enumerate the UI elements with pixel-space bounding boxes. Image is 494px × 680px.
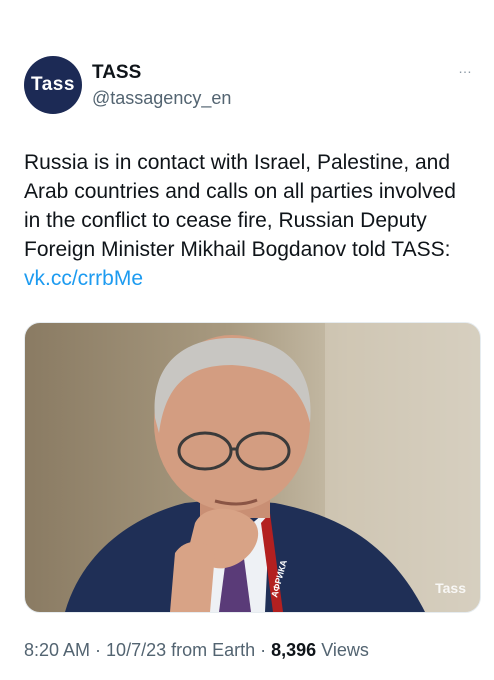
tweet-header: Tass TASS @tassagency_en …	[24, 56, 474, 116]
tweet-source: from Earth	[166, 640, 256, 660]
tweet-meta: 8:20 AM · 10/7/23 from Earth · 8,396 Vie…	[24, 640, 369, 661]
tweet-link[interactable]: vk.cc/crrbMe	[24, 264, 474, 293]
tass-watermark: Tass	[435, 580, 466, 596]
views-count[interactable]: 8,396	[271, 640, 316, 660]
author-handle[interactable]: @tassagency_en	[92, 88, 231, 109]
avatar[interactable]: Tass	[24, 56, 82, 114]
photo-illustration: АФРИКА	[65, 323, 480, 612]
tweet-text: Russia is in contact with Israel, Palest…	[24, 148, 474, 293]
more-options-icon[interactable]: …	[458, 60, 474, 76]
tweet-body: Russia is in contact with Israel, Palest…	[24, 151, 456, 261]
tweet-image[interactable]: АФРИКА Tass	[24, 322, 481, 613]
author-name[interactable]: TASS	[92, 62, 141, 84]
meta-separator: ·	[255, 640, 272, 660]
meta-separator: ·	[90, 640, 107, 660]
tweet-time[interactable]: 8:20 AM	[24, 640, 90, 660]
views-label: Views	[316, 640, 369, 660]
tweet-date[interactable]: 10/7/23	[106, 640, 166, 660]
avatar-logo-text: Tass	[31, 74, 75, 95]
